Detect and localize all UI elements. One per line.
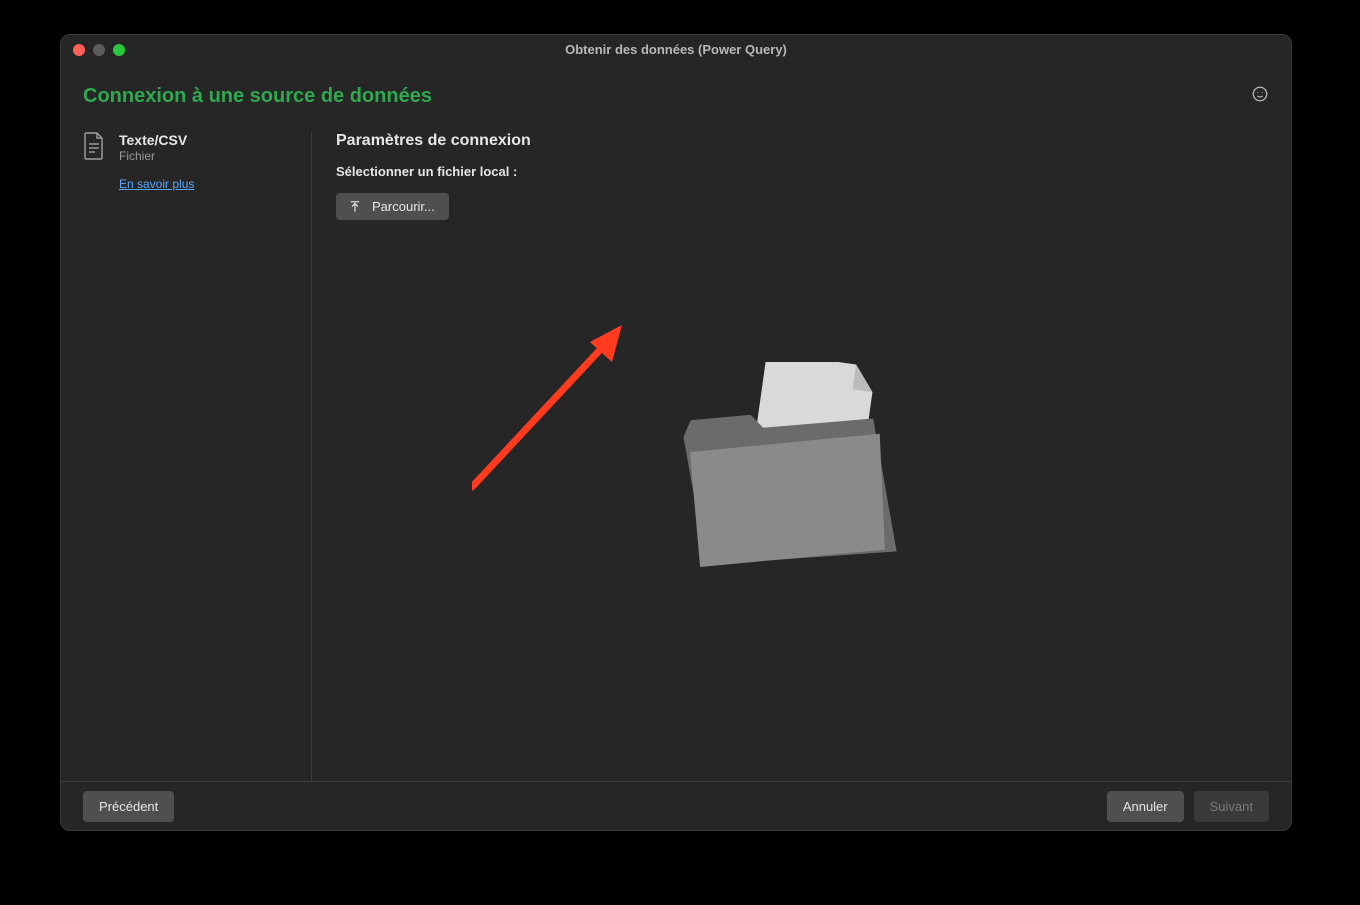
- titlebar: Obtenir des données (Power Query): [61, 35, 1291, 63]
- source-summary-panel: Texte/CSV Fichier En savoir plus: [83, 132, 312, 781]
- source-name: Texte/CSV: [119, 132, 194, 148]
- maximize-window-button[interactable]: [113, 44, 125, 56]
- back-button[interactable]: Précédent: [83, 791, 174, 822]
- wizard-footer: Précédent Annuler Suivant: [61, 781, 1291, 830]
- minimize-window-button[interactable]: [93, 44, 105, 56]
- folder-illustration: [672, 362, 902, 607]
- body: Texte/CSV Fichier En savoir plus Paramèt…: [61, 108, 1291, 781]
- cancel-button[interactable]: Annuler: [1107, 791, 1184, 822]
- upload-icon: [348, 200, 362, 214]
- annotation-arrow-icon: [472, 307, 672, 512]
- connection-params-panel: Paramètres de connexion Sélectionner un …: [312, 132, 1269, 781]
- source-summary-text: Texte/CSV Fichier En savoir plus: [119, 132, 194, 781]
- feedback-smiley-icon[interactable]: [1251, 85, 1269, 108]
- browse-button-label: Parcourir...: [372, 199, 435, 214]
- dialog-window: Obtenir des données (Power Query) Connex…: [60, 34, 1292, 831]
- learn-more-link[interactable]: En savoir plus: [119, 177, 194, 191]
- source-subtitle: Fichier: [119, 149, 194, 163]
- window-controls: [73, 44, 125, 56]
- close-window-button[interactable]: [73, 44, 85, 56]
- window-title: Obtenir des données (Power Query): [565, 42, 787, 57]
- params-title: Paramètres de connexion: [336, 132, 1269, 150]
- browse-button[interactable]: Parcourir...: [336, 193, 449, 220]
- page-title: Connexion à une source de données: [83, 85, 432, 108]
- select-file-label: Sélectionner un fichier local :: [336, 164, 1269, 179]
- page-header: Connexion à une source de données: [61, 63, 1291, 108]
- text-file-icon: [83, 132, 105, 781]
- next-button: Suivant: [1194, 791, 1269, 822]
